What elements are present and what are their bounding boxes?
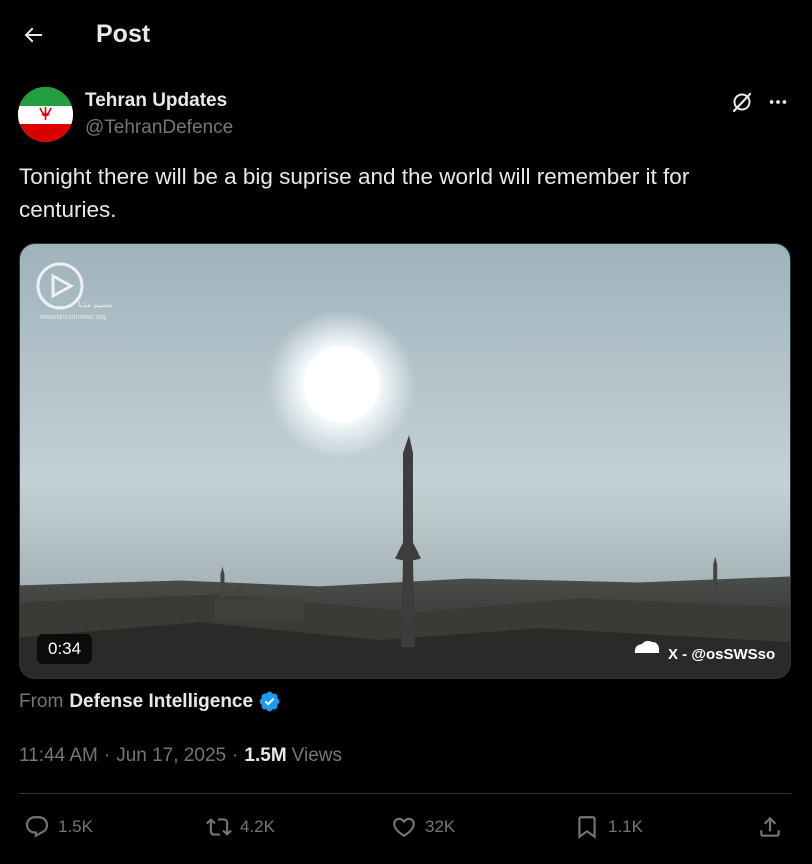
source-link[interactable]: Defense Intelligence [69, 691, 253, 713]
reply-button[interactable]: 1.5K [24, 808, 93, 846]
heart-icon [393, 817, 415, 837]
reply-count: 1.5K [58, 817, 93, 836]
share-icon [760, 816, 780, 837]
author-handle[interactable]: @TehranDefence [85, 117, 233, 139]
repost-count: 4.2K [240, 817, 275, 836]
repost-icon [206, 818, 232, 836]
page-title: Post [96, 20, 151, 48]
source-prefix: From [19, 690, 64, 712]
divider [19, 793, 791, 794]
post-meta: 11:44 AM · Jun 17, 2025 · 1.5M Views [19, 745, 342, 767]
top-bar: Post [0, 0, 812, 72]
share-button[interactable] [757, 808, 783, 846]
avatar[interactable] [18, 87, 73, 142]
grok-icon [732, 92, 752, 113]
video-duration-badge: 0:34 [37, 634, 93, 664]
verified-icon [259, 691, 280, 712]
views-label: Views [291, 745, 342, 766]
like-button[interactable]: 32K [391, 808, 455, 846]
verified-badge [258, 690, 281, 713]
reply-icon [25, 816, 49, 838]
meta-separator: · [103, 745, 111, 766]
views-count: 1.5M [244, 745, 287, 766]
meta-separator: · [232, 745, 239, 766]
source-attribution: From Defense Intelligence [19, 690, 281, 713]
like-count: 32K [425, 817, 456, 836]
media-logo-icon [36, 262, 84, 310]
bookmark-icon [578, 816, 596, 839]
repost-button[interactable]: 4.2K [206, 808, 275, 846]
video-player[interactable]: تسنیم مدیا www.tasnimnews.org 0:34 X - @… [19, 243, 791, 679]
video-thumbnail [20, 244, 790, 678]
cloud-icon [634, 640, 660, 653]
iran-flag-avatar [18, 87, 73, 142]
bookmark-button[interactable]: 1.1K [574, 808, 643, 846]
ellipsis-icon [769, 100, 787, 104]
arrow-left-icon [24, 27, 42, 43]
post-date[interactable]: Jun 17, 2025 [116, 745, 226, 767]
grok-button[interactable] [726, 86, 758, 118]
bookmark-count: 1.1K [608, 817, 643, 836]
back-button[interactable] [14, 16, 52, 54]
video-watermark: X - @osSWSso [668, 646, 776, 663]
media-logo-arabic: تسنیم مدیا [78, 300, 113, 309]
post-time[interactable]: 11:44 AM [19, 745, 98, 767]
post-text: Tonight there will be a big suprise and … [19, 164, 690, 222]
author-name[interactable]: Tehran Updates [85, 90, 227, 112]
more-options-button[interactable] [762, 86, 794, 118]
media-logo-caption: www.tasnimnews.org [40, 314, 106, 321]
action-bar: 1.5K 4.2K 32K 1.1K [0, 808, 812, 846]
